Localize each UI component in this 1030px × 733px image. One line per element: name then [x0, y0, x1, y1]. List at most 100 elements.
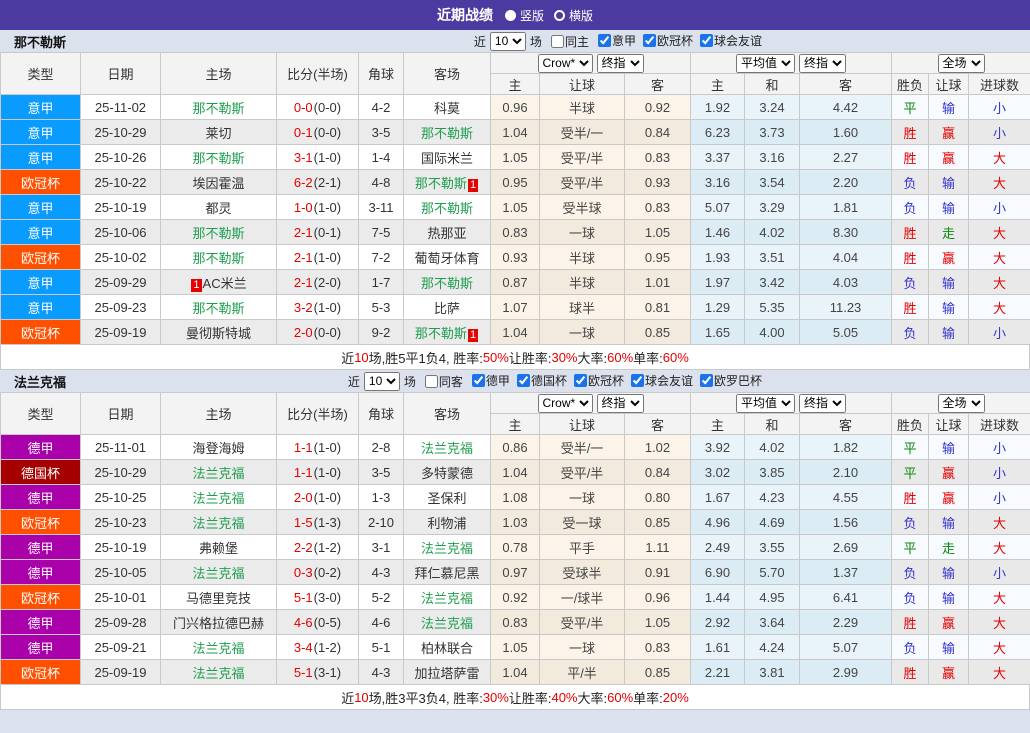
odds-handicap: 一球: [539, 219, 625, 245]
away-team: 法兰克福: [403, 609, 491, 635]
summary-segment: 30%: [482, 689, 509, 705]
scope-header: 全场: [891, 52, 1030, 74]
radio-vertical[interactable]: 竖版: [504, 7, 544, 24]
result-handicap: 赢: [928, 484, 970, 510]
league-badge: 德甲: [0, 484, 81, 510]
avg-draw: 5.35: [744, 294, 800, 320]
odds-time-select[interactable]: 终指: [596, 393, 644, 413]
odds-handicap: 受平/半: [539, 609, 625, 635]
team-name-text: 法兰克福: [192, 465, 245, 481]
odds-away: 0.80: [624, 484, 691, 510]
corner-score: 3-1: [358, 534, 404, 560]
match-score: 3-1(1-0): [276, 144, 359, 170]
result-handicap: 输: [928, 509, 970, 535]
col-away: 客场: [403, 392, 491, 435]
team-name-text: 那不勒斯: [414, 175, 467, 191]
col-corner: 角球: [358, 52, 404, 95]
result-goals: 大: [968, 294, 1030, 320]
col-score: 比分(半场): [276, 392, 359, 435]
team-name-text: 拜仁慕尼黑: [414, 565, 480, 581]
team-name-text: 法兰克福: [192, 490, 245, 506]
avg-home: 1.97: [690, 269, 745, 295]
odds-home: 0.93: [490, 244, 540, 270]
halftime-score: (1-0): [313, 439, 342, 455]
avg-home: 1.44: [690, 584, 745, 610]
avg-draw: 4.69: [744, 509, 800, 535]
league-checkbox[interactable]: [642, 34, 656, 47]
odds-source-select[interactable]: Crow*: [537, 393, 593, 413]
result-goals: 大: [968, 269, 1030, 295]
avg-home: 6.90: [690, 559, 745, 585]
league-badge: 德甲: [0, 559, 81, 585]
away-team: 那不勒斯 1: [403, 319, 491, 345]
league-filter-label: 德甲: [485, 374, 510, 388]
match-row: 德甲 25-10-19 弗赖堡 2-2(1-2) 3-1 法兰克福 0.78 平手 1.11 2.…: [0, 534, 1030, 560]
result-winloss: 平: [891, 459, 930, 485]
odds-time-select[interactable]: 终指: [596, 53, 644, 73]
radio-horizontal[interactable]: 横版: [554, 7, 593, 24]
league-checkbox[interactable]: [699, 374, 713, 387]
league-checkbox[interactable]: [699, 34, 713, 47]
avg-time-select[interactable]: 终指: [799, 53, 846, 73]
result-winloss: 负: [891, 194, 930, 220]
summary-segment: 大率:: [577, 690, 608, 706]
team-name-text: 比萨: [433, 300, 460, 316]
league-filter-option: 意甲: [591, 32, 636, 49]
avg-time-select[interactable]: 终指: [799, 393, 846, 413]
avg-away: 4.55: [798, 484, 893, 510]
avg-away: 8.30: [798, 219, 893, 245]
odds-away: 0.84: [624, 459, 691, 485]
league-checkbox[interactable]: [471, 374, 485, 387]
odds-source-select[interactable]: Crow*: [537, 53, 593, 73]
away-team: 加拉塔萨雷: [403, 659, 491, 685]
same-venue-checkbox[interactable]: [424, 374, 438, 388]
odds-handicap: 一/球半: [539, 584, 625, 610]
avg-home: 2.21: [690, 659, 745, 685]
league-checkbox[interactable]: [516, 374, 530, 387]
league-checkbox[interactable]: [630, 374, 644, 387]
match-row: 意甲 25-10-06 那不勒斯 2-1(0-1) 7-5 热那亚 0.83 一球 1.05 1.…: [0, 219, 1030, 245]
league-checkbox[interactable]: [597, 34, 611, 47]
team-name-text: 弗赖堡: [198, 540, 238, 556]
home-team: 莱切: [160, 119, 277, 145]
team-name-text: AC米兰: [202, 275, 247, 291]
avg-source-select[interactable]: 平均值: [736, 53, 795, 73]
same-venue-checkbox[interactable]: [550, 34, 564, 48]
col-away: 客场: [403, 52, 491, 95]
corner-score: 4-2: [358, 94, 404, 120]
odds-handicap: 受平/半: [539, 144, 625, 170]
avg-source-select[interactable]: 平均值: [736, 393, 795, 413]
team-name-text: 圣保利: [427, 490, 467, 506]
result-winloss: 负: [891, 319, 930, 345]
halftime-score: (1-0): [313, 489, 342, 505]
page-title: 近期战绩: [436, 7, 493, 23]
scope-select[interactable]: 全场: [937, 53, 985, 73]
league-badge: 德甲: [0, 609, 81, 635]
league-filter-option: 欧冠杯: [567, 372, 624, 389]
match-count-select[interactable]: 10: [489, 31, 526, 51]
red-card-badge: 1: [467, 328, 479, 342]
result-winloss: 胜: [891, 294, 930, 320]
avg-home: 3.37: [690, 144, 745, 170]
team-name-text: 法兰克福: [192, 665, 245, 681]
halftime-score: (1-0): [313, 249, 342, 265]
col-result-winloss: 胜负: [891, 73, 930, 95]
home-team: 法兰克福: [160, 459, 277, 485]
avg-draw: 5.70: [744, 559, 800, 585]
halftime-score: (1-2): [313, 639, 342, 655]
match-count-select[interactable]: 10: [363, 371, 400, 391]
col-type: 类型: [0, 52, 81, 95]
result-handicap: 走: [928, 219, 970, 245]
summary-segment: 10: [354, 349, 369, 365]
near-label: 近: [473, 34, 486, 49]
scope-select[interactable]: 全场: [937, 393, 985, 413]
team-name-text: 柏林联合: [420, 640, 473, 656]
corner-score: 4-6: [358, 609, 404, 635]
league-checkbox[interactable]: [573, 374, 587, 387]
fulltime-score: 5-1: [293, 589, 313, 605]
away-team: 国际米兰: [403, 144, 491, 170]
match-date: 25-10-06: [80, 219, 161, 245]
result-goals: 大: [968, 584, 1030, 610]
odds-home: 1.08: [490, 484, 540, 510]
match-row: 意甲 25-10-29 莱切 0-1(0-0) 3-5 那不勒斯 1.04 受半/一 0.84 6…: [0, 119, 1030, 145]
